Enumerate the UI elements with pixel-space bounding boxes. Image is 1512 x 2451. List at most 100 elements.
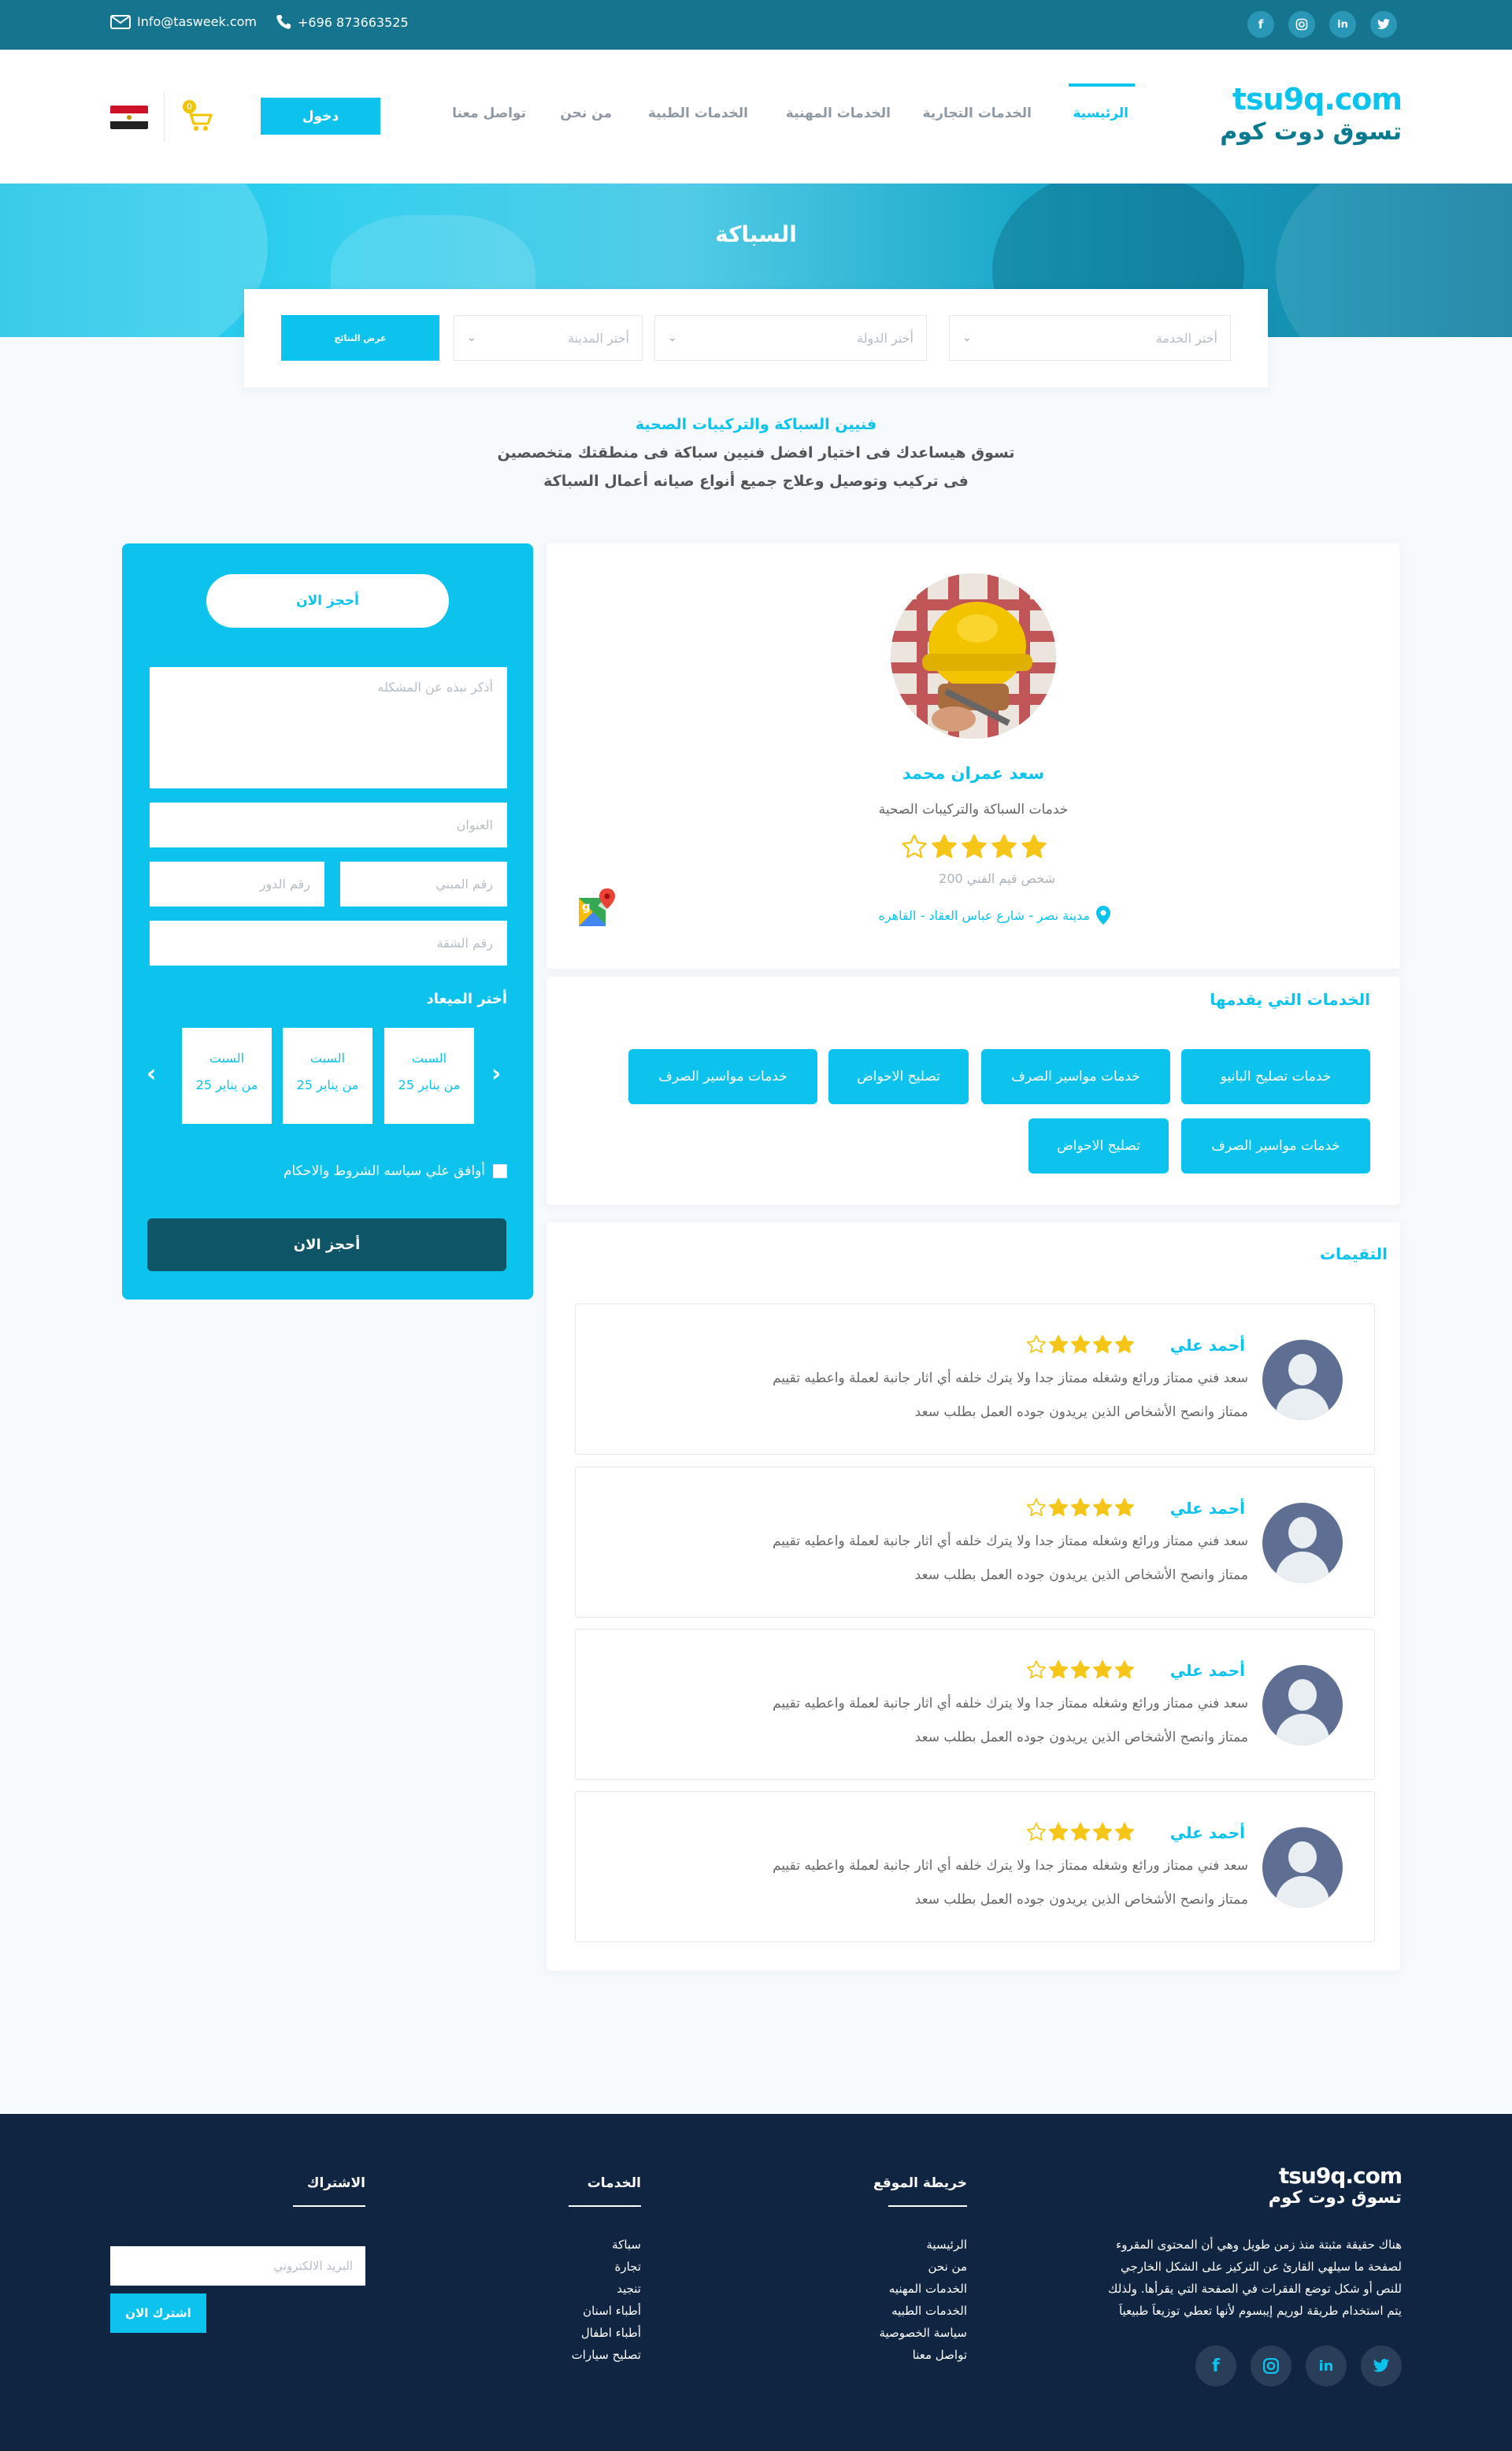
- star-filled-icon: [1070, 1822, 1091, 1841]
- egypt-flag-icon[interactable]: [110, 106, 148, 129]
- star-empty-icon: [1026, 1335, 1047, 1354]
- footer-link[interactable]: من نحن: [810, 2256, 968, 2278]
- contact-email[interactable]: Info@tasweek.com: [110, 14, 257, 29]
- nav-business-services[interactable]: الخدمات التجارية: [923, 106, 1032, 121]
- chevron-down-icon: ⌄: [467, 332, 476, 344]
- nav-medical-services[interactable]: الخدمات الطبية: [648, 106, 748, 121]
- star-empty-icon: [1026, 1822, 1047, 1841]
- nav-contact[interactable]: تواصل معنا: [452, 106, 526, 121]
- date-option[interactable]: السبت من يناير 25: [182, 1028, 272, 1124]
- page-title: السباكة: [715, 221, 797, 247]
- service-chip[interactable]: خدمات مواسير الصرف: [1181, 1118, 1370, 1174]
- country-select[interactable]: أختر الدولة ⌄: [654, 315, 927, 361]
- nav-home[interactable]: الرئيسية: [1073, 106, 1128, 121]
- intro-title: فنيين السباكة والتركيبات الصحية: [635, 416, 877, 433]
- contact-phone[interactable]: +696 873663525: [276, 14, 409, 30]
- hero-decoration: [0, 184, 268, 337]
- facebook-icon[interactable]: f: [1247, 11, 1274, 38]
- terms-checkbox[interactable]: [493, 1164, 507, 1178]
- star-filled-icon: [1048, 1498, 1069, 1517]
- show-results-button[interactable]: عرض النتائج: [281, 315, 439, 361]
- star-filled-icon: [1021, 834, 1047, 858]
- active-nav-indicator: [1069, 83, 1135, 87]
- footer-link[interactable]: تواصل معنا: [810, 2344, 967, 2366]
- footer-about: هناك حقيقة مثبتة منذ زمن طويل وهي أن الم…: [1108, 2238, 1402, 2318]
- problem-description-field[interactable]: أذكر نبذه عن المشكله: [150, 667, 507, 788]
- linkedin-icon[interactable]: in: [1329, 11, 1356, 38]
- technician-name: سعد عمران محمد: [902, 764, 1045, 783]
- footer-link[interactable]: سياسة الخصوصية: [810, 2322, 967, 2344]
- star-empty-icon: [902, 834, 927, 858]
- star-filled-icon: [1114, 1335, 1135, 1354]
- address-field[interactable]: العنوان: [150, 803, 507, 847]
- review-item: أحمد علي سعد فني ممتاز ورائع وشغله ممتاز…: [575, 1791, 1375, 1942]
- book-now-submit-button[interactable]: أحجز الان: [147, 1218, 506, 1271]
- review-rating: [1026, 1497, 1135, 1518]
- cart-icon[interactable]: 0: [181, 100, 216, 133]
- building-number-field[interactable]: رقم المبني: [340, 862, 507, 907]
- footer-link[interactable]: الخدمات المهنيه: [810, 2278, 967, 2300]
- star-filled-icon: [1092, 1822, 1113, 1841]
- subscribe-button[interactable]: اشترك الان: [110, 2293, 206, 2333]
- footer-link[interactable]: أطباء اسنان: [484, 2300, 641, 2322]
- chevron-down-icon: ⌄: [962, 332, 972, 344]
- phone-icon: [276, 15, 291, 29]
- apartment-number-field[interactable]: رقم الشقة: [150, 921, 507, 966]
- footer-facebook-icon[interactable]: f: [1195, 2345, 1236, 2386]
- date-option[interactable]: السبت من يناير 25: [283, 1028, 372, 1124]
- footer-link[interactable]: الرئيسية: [810, 2234, 967, 2256]
- service-chip[interactable]: خدمات مواسير الصرف: [981, 1049, 1170, 1104]
- floor-number-field[interactable]: رقم الدور: [150, 862, 324, 907]
- footer-underline: [293, 2205, 365, 2207]
- reviewer-avatar: [1262, 1827, 1343, 1908]
- service-chip[interactable]: تصليح الاحواض: [1028, 1118, 1169, 1174]
- service-chip[interactable]: خدمات مواسير الصرف: [628, 1049, 817, 1104]
- services-links: سباكة تجارة تنجيد أطباء اسنان أطباء اطفا…: [484, 2234, 641, 2366]
- technician-address: مدينة نصر - شارع عباس العقاد - القاهره: [819, 906, 1110, 925]
- footer-link[interactable]: تنجيد: [484, 2278, 641, 2300]
- star-filled-icon: [1048, 1335, 1069, 1354]
- site-logo[interactable]: tsu9q.com تسوق دوت كوم: [1213, 82, 1403, 153]
- review-rating: [1026, 1659, 1135, 1680]
- footer-link[interactable]: سباكة: [484, 2234, 641, 2256]
- book-now-top-button[interactable]: أحجز الان: [206, 574, 449, 628]
- svg-text:g: g: [582, 899, 591, 914]
- google-maps-icon[interactable]: g: [577, 888, 617, 929]
- nav-professional-services[interactable]: الخدمات المهنية: [786, 106, 891, 121]
- star-filled-icon: [1092, 1335, 1113, 1354]
- login-button[interactable]: دخول: [261, 98, 380, 135]
- footer-link[interactable]: تصليح سيارات: [484, 2344, 641, 2366]
- review-text: ممتاز وانصح الأشخاص الذين يريدون جوده ال…: [914, 1404, 1248, 1420]
- footer-link[interactable]: أطباء اطفال: [484, 2322, 641, 2344]
- sitemap-title: خريطة الموقع: [873, 2175, 967, 2191]
- twitter-icon[interactable]: [1370, 11, 1397, 38]
- date-option[interactable]: السبت من يناير 25: [384, 1028, 474, 1124]
- footer-twitter-icon[interactable]: [1361, 2345, 1402, 2386]
- services-title: الخدمات التي يقدمها: [1210, 990, 1370, 1009]
- review-text: سعد فني ممتاز ورائع وشغله ممتاز جدا ولا …: [773, 1370, 1248, 1386]
- reviewer-name: أحمد علي: [1169, 1823, 1245, 1842]
- star-filled-icon: [1114, 1660, 1135, 1679]
- city-select[interactable]: أختر المدينة ⌄: [454, 315, 643, 361]
- hero-decoration: [1276, 184, 1512, 337]
- footer-underline: [569, 2205, 641, 2207]
- footer-logo[interactable]: tsu9q.com تسوق دوت كوم: [1228, 2164, 1403, 2208]
- footer-link[interactable]: تجارة: [484, 2256, 641, 2278]
- top-bar: Info@tasweek.com +696 873663525 f in: [0, 0, 1512, 50]
- subscribe-email-input[interactable]: البريد الالكتروني: [110, 2246, 365, 2286]
- nav-about[interactable]: من نحن: [560, 106, 612, 121]
- review-text: سعد فني ممتاز ورائع وشغله ممتاز جدا ولا …: [773, 1696, 1248, 1711]
- service-select[interactable]: أختر الخدمة ⌄: [949, 315, 1231, 361]
- instagram-icon[interactable]: [1288, 11, 1315, 38]
- footer-instagram-icon[interactable]: [1251, 2345, 1292, 2386]
- intro-line: فى تركيب وتوصيل وعلاج جميع أنواع صيانه أ…: [543, 473, 969, 490]
- review-rating: [1026, 1334, 1135, 1355]
- service-chip[interactable]: تصليح الاحواض: [828, 1049, 969, 1104]
- star-filled-icon: [1070, 1660, 1091, 1679]
- chevron-left-icon[interactable]: ‹: [146, 1062, 164, 1087]
- service-chip[interactable]: خدمات تصليح البانيو: [1181, 1049, 1370, 1104]
- star-filled-icon: [991, 834, 1017, 858]
- footer-link[interactable]: الخدمات الطبيه: [810, 2300, 967, 2322]
- chevron-right-icon[interactable]: ›: [491, 1062, 509, 1087]
- footer-linkedin-icon[interactable]: in: [1306, 2345, 1347, 2386]
